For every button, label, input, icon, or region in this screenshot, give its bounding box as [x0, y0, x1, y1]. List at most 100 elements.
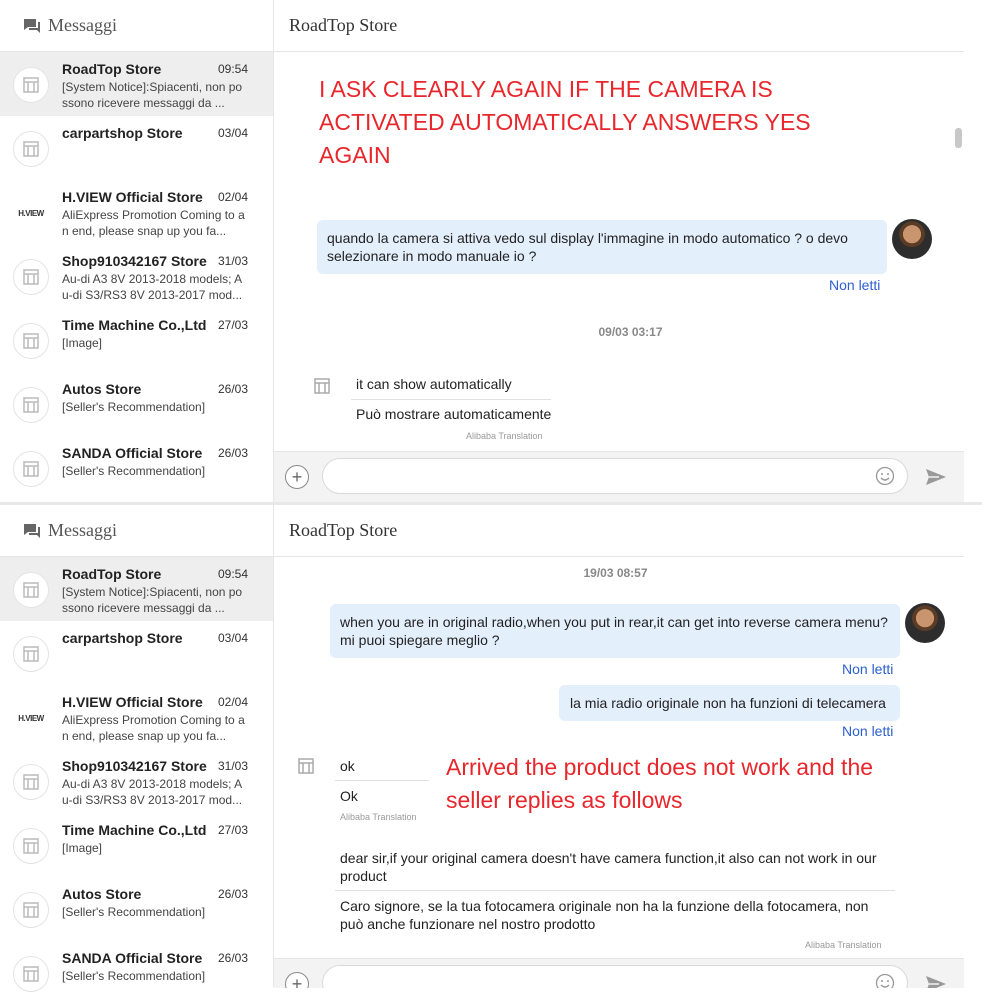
send-icon[interactable] [925, 466, 947, 488]
store-avatar-icon [13, 572, 49, 608]
conversation-time: 03/04 [217, 126, 248, 140]
conversation-item[interactable]: H.VIEW H.VIEW Official Store 02/04 AliEx… [0, 180, 273, 244]
conversation-preview: [Seller's Recommendation] [62, 969, 206, 983]
user-avatar [892, 219, 932, 259]
send-icon[interactable] [925, 973, 947, 988]
unread-status: Non letti [829, 277, 881, 293]
message-input[interactable] [322, 965, 908, 988]
conversation-name: SANDA Official Store [62, 445, 203, 461]
conversation-name: RoadTop Store [62, 61, 162, 77]
store-avatar-icon [13, 323, 49, 359]
conversation-time: 26/03 [217, 951, 248, 965]
store-avatar-icon [13, 131, 49, 167]
store-avatar-icon [311, 375, 333, 397]
chat-title: RoadTop Store [274, 0, 964, 52]
conversation-item[interactable]: RoadTop Store 09:54 [System Notice]:Spia… [0, 52, 273, 116]
chat-scrollbar[interactable] [955, 128, 962, 148]
conversation-item[interactable]: H.VIEW H.VIEW Official Store 02/04 AliEx… [0, 685, 273, 749]
store-avatar-icon [13, 764, 49, 800]
store-avatar-icon [13, 828, 49, 864]
conversation-name: H.VIEW Official Store [62, 189, 203, 205]
seller-message: dear sir,if your original camera doesn't… [340, 850, 877, 884]
translation-divider [335, 780, 429, 781]
seller-message-translation: Ok [340, 788, 358, 804]
conversation-preview: [System Notice]:Spiacenti, non possono r… [62, 80, 243, 110]
conversation-preview: AliExpress Promotion Coming to an end, p… [62, 208, 245, 238]
sidebar-header: Messaggi [0, 505, 273, 557]
conversation-item[interactable]: Autos Store 26/03 [Seller's Recommendati… [0, 372, 273, 436]
conversation-time: 26/03 [217, 887, 248, 901]
store-avatar-icon [13, 892, 49, 928]
conversation-time: 27/03 [217, 318, 248, 332]
conversation-sidebar: Messaggi RoadTop Store 09:54 [System Not… [0, 505, 274, 992]
chat-main: RoadTop Store I ASK CLEARLY AGAIN IF THE… [274, 0, 964, 502]
conversation-name: Autos Store [62, 886, 142, 902]
user-message-bubble: when you are in original radio,when you … [330, 604, 900, 658]
conversation-time: 03/04 [217, 631, 248, 645]
conversation-item[interactable]: SANDA Official Store 26/03 [Seller's Rec… [0, 436, 273, 500]
conversation-item[interactable]: Shop910342167 Store 31/03 Au-di A3 8V 20… [0, 749, 273, 813]
user-message-bubble: la mia radio originale non ha funzioni d… [559, 685, 900, 721]
conversation-preview: [Image] [62, 841, 103, 855]
sidebar-title: Messaggi [48, 15, 117, 35]
conversation-name: Autos Store [62, 381, 142, 397]
conversation-time: 31/03 [217, 759, 248, 773]
translation-divider [351, 399, 551, 400]
conversation-item[interactable]: carpartshop Store 03/04 [0, 116, 273, 180]
chat-main: RoadTop Store 19/03 08:57 when you are i… [274, 505, 964, 987]
store-avatar-icon [13, 451, 49, 487]
conversation-item[interactable]: Time Machine Co.,Ltd 27/03 [Image] [0, 308, 273, 372]
chat-window-bottom: Messaggi RoadTop Store 09:54 [System Not… [0, 505, 964, 992]
conversation-name: RoadTop Store [62, 566, 162, 582]
emoji-icon[interactable] [875, 466, 895, 486]
conversation-item[interactable]: SANDA Official Store 26/03 [Seller's Rec… [0, 941, 273, 1005]
conversation-item[interactable]: RoadTop Store 09:54 [System Notice]:Spia… [0, 557, 273, 621]
conversation-item[interactable]: Shop910342167 Store 31/03 Au-di A3 8V 20… [0, 244, 273, 308]
chat-window-top: Messaggi RoadTop Store 09:54 [System Not… [0, 0, 964, 502]
translation-label: Alibaba Translation [340, 812, 417, 822]
annotation-text: I ASK CLEARLY AGAIN IF THE CAMERA IS ACT… [319, 76, 811, 168]
translation-label: Alibaba Translation [805, 940, 882, 950]
messages-icon [24, 18, 40, 33]
messages-icon [24, 523, 40, 538]
conversation-name: Shop910342167 Store [62, 253, 207, 269]
translation-divider [335, 890, 895, 891]
message-input[interactable] [322, 458, 908, 494]
add-attachment-button[interactable]: + [285, 465, 309, 489]
conversation-name: carpartshop Store [62, 125, 183, 141]
hview-logo: H.VIEW [18, 208, 44, 218]
message-timestamp: 19/03 08:57 [583, 566, 648, 580]
emoji-icon[interactable] [875, 973, 895, 988]
conversation-time: 26/03 [217, 382, 248, 396]
translation-label: Alibaba Translation [466, 431, 543, 441]
conversation-item[interactable]: Autos Store 26/03 [Seller's Recommendati… [0, 877, 273, 941]
conversation-time: 26/03 [217, 446, 248, 460]
seller-message-translation: Caro signore, se la tua fotocamera origi… [340, 898, 869, 932]
user-message-bubble: quando la camera si attiva vedo sul disp… [317, 220, 887, 274]
store-avatar-icon [13, 67, 49, 103]
conversation-time: 09:54 [217, 567, 248, 581]
store-avatar-icon [13, 259, 49, 295]
conversation-time: 09:54 [217, 62, 248, 76]
conversation-name: Shop910342167 Store [62, 758, 207, 774]
conversation-time: 02/04 [217, 190, 248, 204]
store-avatar-icon [295, 755, 317, 777]
conversation-preview: [System Notice]:Spiacenti, non possono r… [62, 585, 243, 615]
conversation-item[interactable]: carpartshop Store 03/04 [0, 621, 273, 685]
add-attachment-button[interactable]: + [285, 972, 309, 988]
conversation-preview: [Image] [62, 336, 103, 350]
conversation-time: 31/03 [217, 254, 248, 268]
message-input-bar: + [274, 451, 964, 502]
annotation-text: Arrived the product does not work and th… [446, 754, 874, 813]
conversation-name: Time Machine Co.,Ltd [62, 822, 207, 838]
conversation-name: Time Machine Co.,Ltd [62, 317, 207, 333]
sidebar-title: Messaggi [48, 520, 117, 540]
hview-logo: H.VIEW [18, 713, 44, 723]
store-avatar-icon [13, 636, 49, 672]
conversation-name: H.VIEW Official Store [62, 694, 203, 710]
conversation-time: 27/03 [217, 823, 248, 837]
conversation-sidebar: Messaggi RoadTop Store 09:54 [System Not… [0, 0, 274, 502]
seller-message: it can show automatically [356, 376, 512, 392]
conversation-item[interactable]: Time Machine Co.,Ltd 27/03 [Image] [0, 813, 273, 877]
user-avatar [905, 603, 945, 643]
